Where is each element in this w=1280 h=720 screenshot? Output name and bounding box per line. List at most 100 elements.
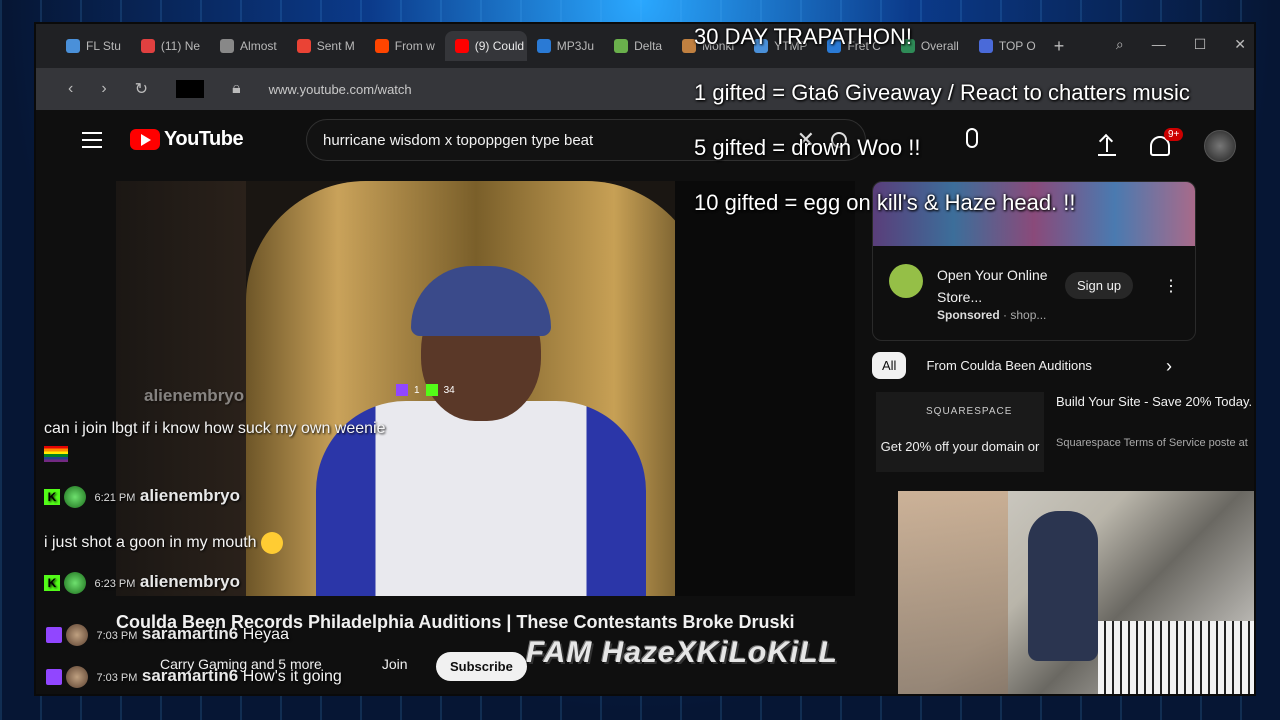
minimize-icon[interactable]: — [1152,36,1166,53]
tab-label: TOP O [998,39,1036,53]
url-field[interactable]: www.youtube.com/watch [269,82,412,97]
browser-tab[interactable]: Delta [604,31,672,61]
shopify-icon [889,264,923,298]
tab-favicon-icon [296,39,311,53]
browser-tab[interactable]: (9) Could [444,31,527,61]
chevron-right-icon[interactable]: › [1166,356,1172,377]
youtube-logo[interactable]: YouTube [130,128,244,151]
pride-flag-emoji [44,446,68,467]
goal-5: 5 gifted = drown Woo !! [694,135,921,160]
recommended-title[interactable]: Build Your Site - Save 20% Today. [1056,392,1254,412]
tab-label: Overall [920,39,959,53]
user-avatar-icon [66,666,88,688]
search-tabs-icon[interactable]: ⌕ [1116,36,1124,53]
tab-bar: FL Stu (11) Ne Almost Sent M From w (9) Could… [36,24,1254,68]
tab-label: Almost [240,39,277,53]
thumb-brand: SQUARESPACE [926,406,1013,417]
video-subject [316,241,646,596]
tab-label: Delta [634,39,663,53]
alien-avatar-icon [64,572,86,594]
tab-favicon-icon [614,39,629,53]
kick-icon: K [44,489,60,505]
create-icon[interactable] [1098,136,1116,156]
tab-favicon-icon [140,39,155,53]
tab-favicon-icon [536,39,551,53]
kick-viewers-icon [425,384,438,396]
sign-up-button[interactable]: Sign up [1065,272,1134,299]
user-avatar-icon [66,624,88,646]
forward-icon[interactable]: › [101,80,106,98]
chat-header: K 6:23 PM alienembryo [44,572,240,594]
tab-label: Sent M [316,39,355,53]
notifications-icon[interactable]: 9+ [1150,128,1184,156]
recommended-thumbnail[interactable]: SQUARESPACE Get 20% off your domain or [876,392,1044,472]
twitch-viewers-icon [396,384,408,396]
microphone-icon[interactable] [966,128,978,148]
tab-favicon-icon [454,39,469,53]
emoji-icon [261,532,284,554]
thumb-promo: Get 20% off your domain or [880,439,1040,454]
notifications-badge: 9+ [1164,128,1184,141]
browser-tab[interactable]: FL Stu [56,31,131,61]
tab-label: FL Stu [86,39,121,53]
redacted-block [176,80,205,98]
maximize-icon[interactable]: ☐ [1194,36,1207,53]
kick-viewer-count: 34 [443,384,455,396]
youtube-header: YouTube hurricane wisdom x topoppgen typ… [36,110,1254,170]
browser-tab[interactable]: TOP O [969,31,1046,61]
back-icon[interactable]: ‹ [68,80,73,98]
reload-icon[interactable]: ↻ [135,79,148,99]
close-icon[interactable]: ✕ [1234,36,1246,53]
more-options-icon[interactable]: ⋮ [1163,276,1179,296]
chip-all[interactable]: All [872,352,907,379]
stream-brand-logo: FAM HazeXKiLoKiLL [526,636,839,669]
ad-domain: shop... [1010,308,1047,322]
webcam-overlay [898,491,1254,694]
browser-tab[interactable]: From w [365,31,445,61]
join-button[interactable]: Join [382,656,408,672]
filter-chips: All From Coulda Been Auditions [872,352,1102,379]
twitch-icon [46,627,62,643]
window-controls: ⌕ — ☐ ✕ [1116,36,1246,53]
recommended-sub: Squarespace Terms of Service poste at [1056,437,1248,449]
viewer-counts: 1 34 [396,384,455,396]
tab-favicon-icon [978,39,993,53]
chat-message: can i join lbgt if i know how suck my ow… [44,420,386,437]
chat-username: alienembryo [144,386,245,405]
kick-icon: K [44,575,60,591]
tab-label: MP3Ju [556,39,595,53]
chat-line: 7:03 PM saramartin6 Heyaa [46,624,289,646]
avatar[interactable] [1204,130,1236,162]
chip-from-channel[interactable]: From Coulda Been Auditions [916,352,1101,379]
search-value: hurricane wisdom x topoppgen type beat [323,131,594,149]
youtube-play-icon [130,129,160,150]
new-tab-button[interactable]: + [1054,36,1065,57]
logo-text: YouTube [164,128,244,150]
browser-tab[interactable]: (11) Ne [131,31,210,61]
chat-header: K 6:21 PM alienembryo [44,486,240,508]
tab-favicon-icon [220,39,235,53]
goal-title: 30 DAY TRAPATHON! [694,24,913,49]
ad-sponsored: Sponsored · shop... [937,308,1047,322]
subscribe-button[interactable]: Subscribe [436,652,527,681]
sponsored-label: Sponsored [937,308,1000,322]
browser-tab[interactable]: Almost [210,31,287,61]
goal-10: 10 gifted = egg on kill's & Haze head. !… [694,190,1076,215]
tab-label: (11) Ne [160,39,201,53]
ad-title[interactable]: Open Your Online Store... [937,264,1057,308]
twitch-viewer-count: 1 [414,384,420,396]
tab-label: (9) Could [474,39,525,53]
browser-window: FL Stu (11) Ne Almost Sent M From w (9) Could… [34,22,1256,696]
browser-tab[interactable]: MP3Ju [527,31,604,61]
tab-favicon-icon [66,39,80,53]
lock-icon[interactable]: 🔒︎ [232,80,241,98]
twitch-icon [46,669,62,685]
chat-line: 7:03 PM saramartin6 How's it going [46,666,342,688]
goal-1: 1 gifted = Gta6 Giveaway / React to chat… [694,80,1190,105]
tab-favicon-icon [374,39,389,53]
chat-message: i just shot a goon in my mouth [44,532,284,554]
browser-tab[interactable]: Sent M [287,31,365,61]
menu-icon[interactable] [82,132,102,148]
alien-avatar-icon [64,486,86,508]
tab-label: From w [394,39,435,53]
